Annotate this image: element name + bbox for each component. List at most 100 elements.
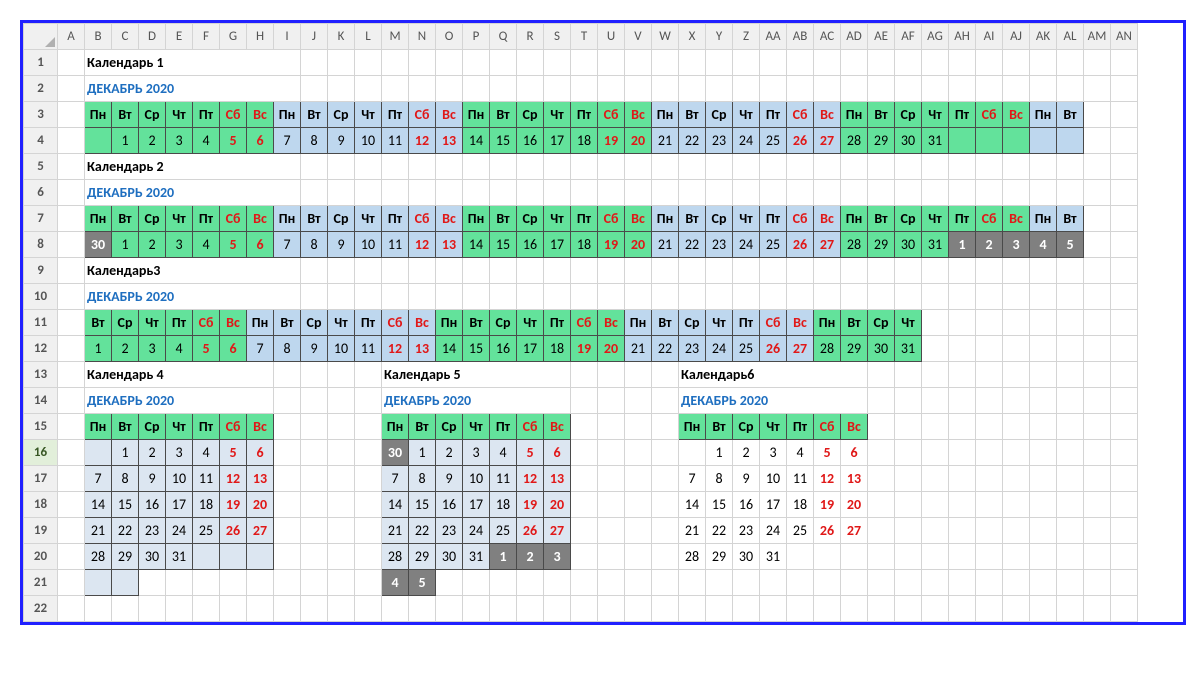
column-header[interactable]: AE: [868, 24, 895, 50]
cell[interactable]: [1111, 362, 1138, 388]
cell[interactable]: [1111, 414, 1138, 440]
day-cell[interactable]: 26: [220, 518, 247, 544]
day-cell[interactable]: 26: [787, 232, 814, 258]
cell[interactable]: [1111, 544, 1138, 570]
cell[interactable]: [976, 544, 1003, 570]
cell[interactable]: [436, 284, 463, 310]
cell[interactable]: [1003, 362, 1030, 388]
cell[interactable]: [976, 50, 1003, 76]
day-cell[interactable]: 14: [436, 336, 463, 362]
cell[interactable]: [301, 154, 328, 180]
dow-cell[interactable]: Сб: [517, 414, 544, 440]
day-cell[interactable]: 7: [679, 466, 706, 492]
cell[interactable]: [598, 258, 625, 284]
dow-cell[interactable]: Пт: [193, 102, 220, 128]
cell[interactable]: [1111, 518, 1138, 544]
cell[interactable]: [895, 518, 922, 544]
cell[interactable]: [625, 258, 652, 284]
cell[interactable]: [247, 596, 274, 622]
dow-cell[interactable]: Вт: [463, 310, 490, 336]
row-header[interactable]: 8: [24, 232, 58, 258]
dow-cell[interactable]: Ср: [112, 310, 139, 336]
dow-cell[interactable]: Вт: [409, 414, 436, 440]
dow-cell[interactable]: Пт: [949, 102, 976, 128]
cell[interactable]: [1003, 466, 1030, 492]
dow-cell[interactable]: Пн: [382, 414, 409, 440]
cell[interactable]: [1003, 310, 1030, 336]
row-header[interactable]: 19: [24, 518, 58, 544]
day-cell[interactable]: 4: [193, 440, 220, 466]
cell[interactable]: [733, 76, 760, 102]
day-cell[interactable]: 23: [679, 336, 706, 362]
cell[interactable]: [679, 570, 706, 596]
cell[interactable]: [652, 50, 679, 76]
cell[interactable]: [301, 258, 328, 284]
column-header[interactable]: T: [571, 24, 598, 50]
day-cell[interactable]: 2: [139, 232, 166, 258]
day-cell[interactable]: 13: [247, 466, 274, 492]
day-cell[interactable]: 19: [598, 128, 625, 154]
day-cell[interactable]: 15: [490, 128, 517, 154]
cell[interactable]: [1057, 596, 1084, 622]
cell[interactable]: [814, 258, 841, 284]
cell[interactable]: [328, 50, 355, 76]
cell[interactable]: [814, 76, 841, 102]
cell[interactable]: [328, 414, 355, 440]
day-cell[interactable]: 31: [760, 544, 787, 570]
cell[interactable]: [625, 440, 652, 466]
day-cell[interactable]: 26: [517, 518, 544, 544]
dow-cell[interactable]: Пн: [1030, 206, 1057, 232]
cell[interactable]: [58, 440, 85, 466]
day-cell[interactable]: 25: [787, 518, 814, 544]
cell[interactable]: [1084, 440, 1111, 466]
dow-cell[interactable]: Пт: [733, 310, 760, 336]
cell[interactable]: [382, 50, 409, 76]
column-header[interactable]: N: [409, 24, 436, 50]
cell[interactable]: [1084, 50, 1111, 76]
cell[interactable]: [814, 570, 841, 596]
cell[interactable]: [1003, 258, 1030, 284]
day-cell[interactable]: 17: [544, 232, 571, 258]
cell[interactable]: [436, 180, 463, 206]
day-cell[interactable]: 20: [247, 492, 274, 518]
cell[interactable]: [760, 570, 787, 596]
dow-cell[interactable]: Чт: [706, 310, 733, 336]
day-cell[interactable]: 7: [247, 336, 274, 362]
row-header[interactable]: 7: [24, 206, 58, 232]
cell[interactable]: [571, 180, 598, 206]
dow-cell[interactable]: Сб: [760, 310, 787, 336]
cell[interactable]: [598, 466, 625, 492]
day-cell[interactable]: 21: [382, 518, 409, 544]
cell[interactable]: [1003, 76, 1030, 102]
row-header[interactable]: 17: [24, 466, 58, 492]
cell[interactable]: [1030, 596, 1057, 622]
dow-cell[interactable]: Пт: [787, 414, 814, 440]
cell[interactable]: [706, 154, 733, 180]
cell[interactable]: [274, 596, 301, 622]
row-header[interactable]: 6: [24, 180, 58, 206]
cell[interactable]: [949, 258, 976, 284]
cell[interactable]: [625, 388, 652, 414]
cell[interactable]: [274, 414, 301, 440]
day-cell[interactable]: 30: [895, 128, 922, 154]
dow-cell[interactable]: Чт: [166, 102, 193, 128]
day-cell[interactable]: 22: [679, 232, 706, 258]
cell[interactable]: [733, 596, 760, 622]
day-cell[interactable]: 15: [112, 492, 139, 518]
column-header[interactable]: AM: [1084, 24, 1111, 50]
cell[interactable]: [976, 76, 1003, 102]
day-cell[interactable]: 27: [544, 518, 571, 544]
day-cell[interactable]: 3: [166, 128, 193, 154]
dow-cell[interactable]: Чт: [544, 102, 571, 128]
cell[interactable]: [1084, 518, 1111, 544]
day-cell[interactable]: 3: [166, 232, 193, 258]
cell[interactable]: [274, 440, 301, 466]
cell[interactable]: [1030, 310, 1057, 336]
cell[interactable]: [1084, 492, 1111, 518]
dow-cell[interactable]: Сб: [814, 414, 841, 440]
column-header[interactable]: AJ: [1003, 24, 1030, 50]
cell[interactable]: [490, 76, 517, 102]
column-header[interactable]: U: [598, 24, 625, 50]
day-cell[interactable]: [679, 440, 706, 466]
column-header[interactable]: W: [652, 24, 679, 50]
